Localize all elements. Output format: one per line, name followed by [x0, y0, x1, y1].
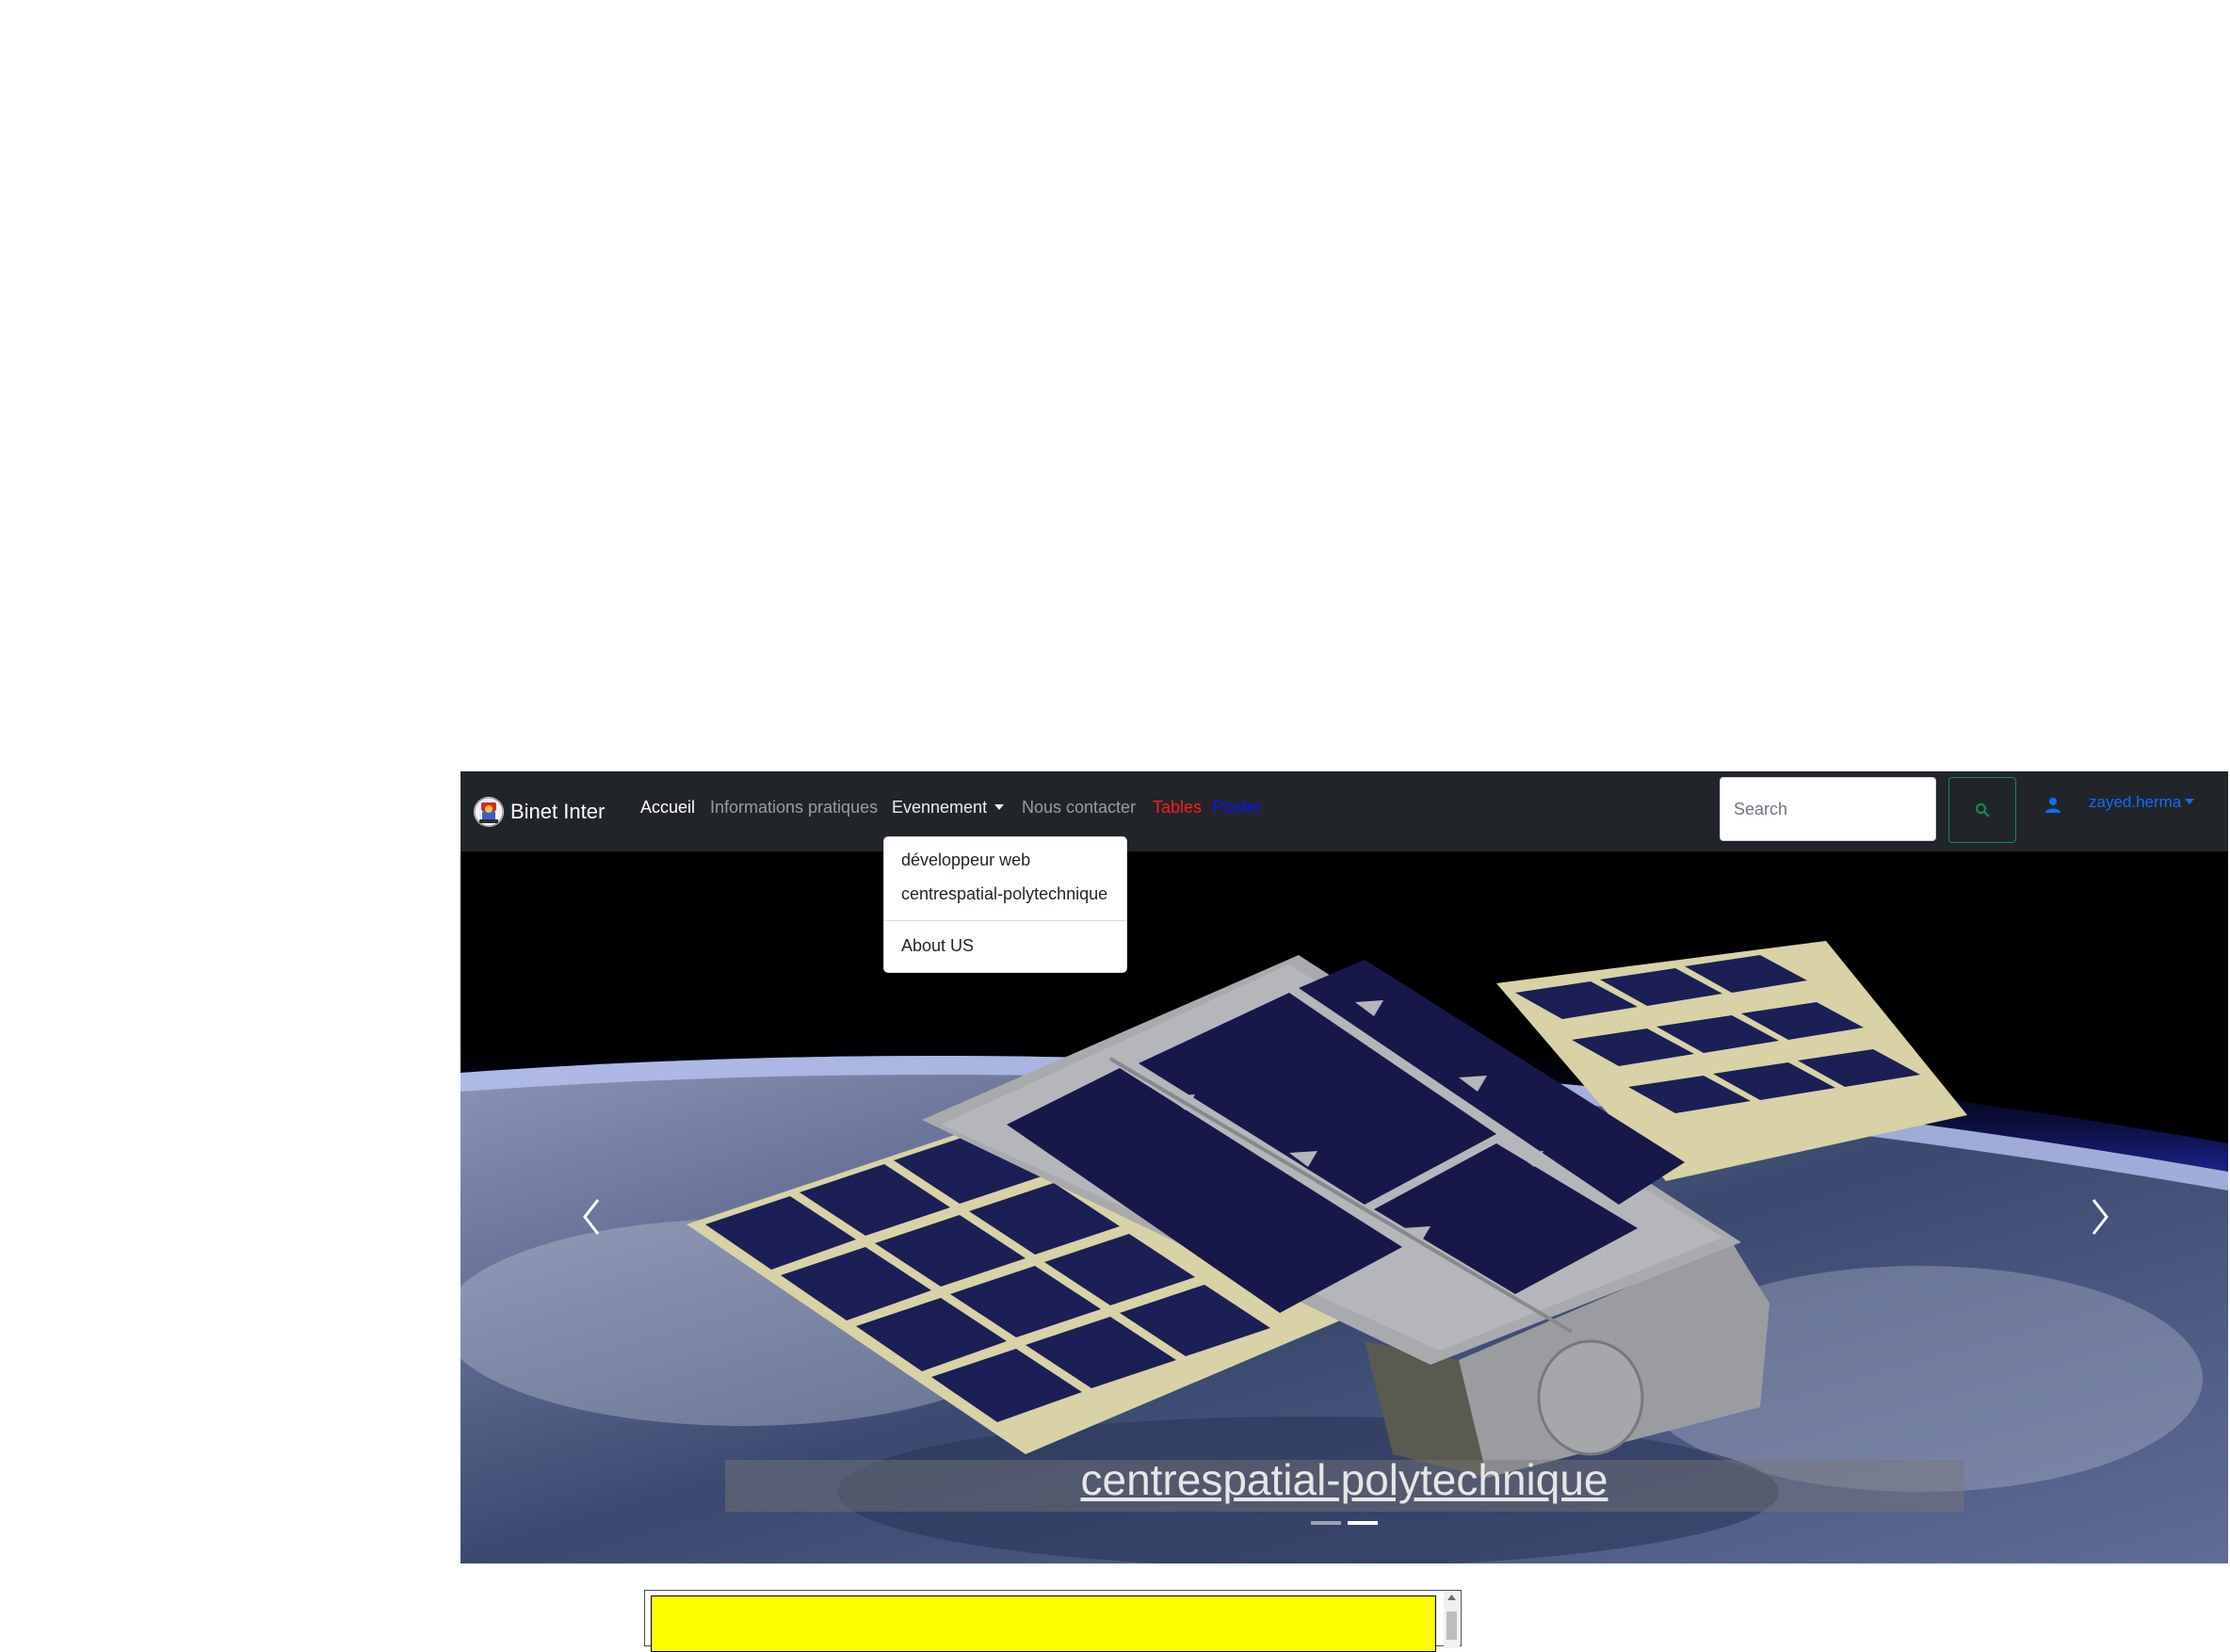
app: Binet Inter Accueil Informations pratiqu… [461, 771, 2228, 1633]
navbar: Binet Inter Accueil Informations pratiqu… [461, 771, 2228, 851]
scrollbar-thumb[interactable] [1446, 1612, 1457, 1640]
frame-scrollbar[interactable] [1444, 1592, 1460, 1648]
nav-poster[interactable]: Poster [1213, 798, 1262, 818]
embedded-frame[interactable] [644, 1590, 1462, 1652]
nav-nous-contacter[interactable]: Nous contacter [1022, 798, 1136, 818]
nav-accueil[interactable]: Accueil [640, 798, 695, 818]
carousel-caption[interactable]: centrespatial-polytechnique [461, 1454, 2228, 1505]
caret-down-icon [2185, 799, 2195, 804]
nav-evennement-toggle[interactable]: Evennement [892, 798, 1005, 818]
dropdown-divider [884, 920, 1126, 921]
dropdown-item-centrespatial[interactable]: centrespatial-polytechnique [901, 884, 1107, 904]
carousel: centrespatial-polytechnique [461, 851, 2228, 1563]
brand-link[interactable]: Binet Inter [473, 791, 605, 833]
caret-down-icon [994, 804, 1005, 810]
user-name: zayed.herma [2089, 793, 2182, 811]
nav-informations-pratiques[interactable]: Informations pratiques [710, 798, 878, 818]
chevron-left-icon [583, 1199, 600, 1235]
dropdown-item-about-us[interactable]: About US [901, 936, 974, 956]
carousel-indicator-2[interactable] [1348, 1521, 1378, 1525]
chevron-right-icon [2092, 1199, 2109, 1235]
search-button[interactable] [1948, 777, 2016, 843]
dropdown-item-developpeur-web[interactable]: développeur web [901, 850, 1030, 870]
carousel-indicator-1[interactable] [1311, 1521, 1341, 1525]
evennement-dropdown-menu: développeur web centrespatial-polytechni… [883, 836, 1127, 973]
brand-logo-icon [473, 796, 505, 828]
scroll-up-icon[interactable] [1444, 1592, 1460, 1605]
carousel-prev-button[interactable] [574, 1189, 611, 1245]
user-menu-toggle[interactable]: zayed.herma [2089, 793, 2195, 812]
nav-tables[interactable]: Tables [1153, 798, 1202, 818]
nav-evennement-label: Evennement [892, 798, 988, 817]
user-icon[interactable] [2044, 797, 2061, 814]
search-icon [1975, 802, 1990, 818]
search-input[interactable] [1720, 777, 1936, 841]
carousel-next-button[interactable] [2080, 1189, 2118, 1245]
brand-name: Binet Inter [510, 800, 606, 823]
yellow-panel [651, 1595, 1436, 1652]
